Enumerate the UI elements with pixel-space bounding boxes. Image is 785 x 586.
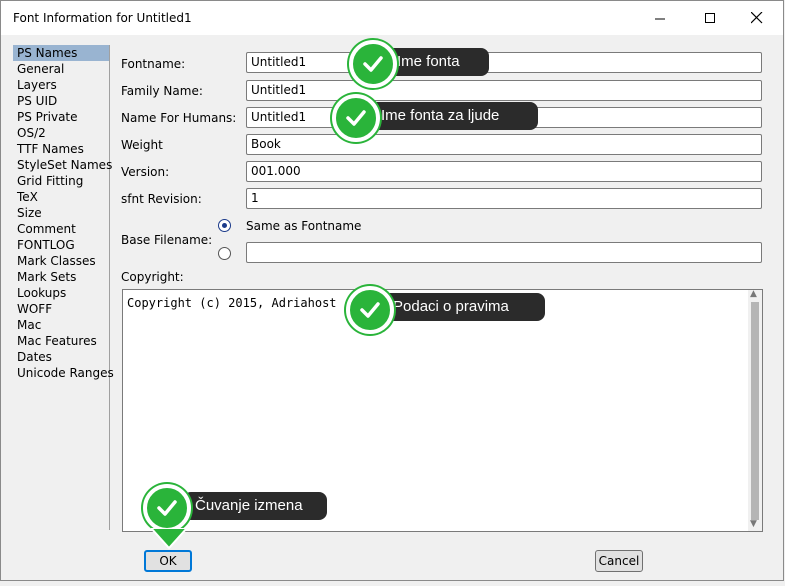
base-filename-label: Base Filename:	[121, 233, 213, 247]
sidebar-item-unicode-ranges[interactable]: Unicode Ranges	[13, 365, 114, 381]
sidebar-item-woff[interactable]: WOFF	[13, 301, 109, 317]
sfnt-revision-field[interactable]: 1	[246, 188, 762, 209]
base-filename-field[interactable]	[246, 242, 762, 263]
sidebar-item-comment[interactable]: Comment	[13, 221, 109, 237]
ok-button[interactable]: OK	[144, 550, 192, 572]
close-button[interactable]	[734, 1, 780, 35]
fontname-label: Fontname:	[121, 57, 186, 71]
close-icon	[751, 12, 763, 24]
version-field[interactable]: 001.000	[246, 161, 762, 182]
sfnt-revision-label: sfnt Revision:	[121, 192, 202, 206]
copyright-scrollbar[interactable]: ▲ ▼	[748, 289, 762, 531]
sidebar-item-styleset-names[interactable]: StyleSet Names	[13, 157, 112, 173]
scroll-up-icon[interactable]: ▲	[750, 289, 757, 299]
scroll-down-icon[interactable]: ▼	[750, 519, 757, 529]
sidebar-item-dates[interactable]: Dates	[13, 349, 109, 365]
callout-pointer-icon	[151, 528, 187, 550]
sidebar-item-grid-fitting[interactable]: Grid Fitting	[13, 173, 109, 189]
weight-field[interactable]: Book	[246, 134, 762, 155]
minimize-icon	[654, 18, 665, 19]
weight-label: Weight	[121, 138, 163, 152]
checkmark-icon	[346, 286, 394, 334]
callout-copyright: Podaci o pravima	[371, 293, 545, 321]
callout-fontname: Ime fonta	[375, 48, 489, 76]
sidebar-item-size[interactable]: Size	[13, 205, 109, 221]
sidebar-item-mac-features[interactable]: Mac Features	[13, 333, 109, 349]
callout-save-text: Čuvanje izmena	[195, 497, 303, 514]
checkmark-icon	[332, 94, 380, 142]
callout-copyright-text: Podaci o pravima	[393, 298, 509, 315]
callout-fontname-text: Ime fonta	[397, 53, 460, 70]
category-list: PS Names General Layers PS UID PS Privat…	[13, 45, 114, 530]
same-as-fontname-label: Same as Fontname	[246, 219, 362, 233]
sidebar-item-tex[interactable]: TeX	[13, 189, 109, 205]
sidebar-item-ps-names[interactable]: PS Names	[13, 45, 109, 61]
sidebar-item-mac[interactable]: Mac	[13, 317, 109, 333]
same-as-fontname-radio[interactable]	[218, 219, 231, 232]
sidebar-item-ps-uid[interactable]: PS UID	[13, 93, 109, 109]
fontname-field[interactable]: Untitled1	[246, 52, 762, 73]
sidebar-item-ps-private[interactable]: PS Private	[13, 109, 109, 125]
checkmark-icon	[349, 40, 397, 88]
minimize-button[interactable]	[637, 1, 683, 35]
name-for-humans-label: Name For Humans:	[121, 111, 237, 125]
callout-humans-text: Ime fonta za ljude	[381, 107, 500, 124]
sidebar-item-mark-sets[interactable]: Mark Sets	[13, 269, 109, 285]
checkmark-icon	[143, 484, 191, 532]
title-bar: Font Information for Untitled1	[1, 1, 783, 35]
font-info-dialog: Font Information for Untitled1 PS Names …	[0, 0, 784, 581]
callout-name-for-humans: Ime fonta za ljude	[359, 102, 538, 130]
callout-save: Čuvanje izmena	[173, 492, 327, 520]
custom-filename-radio[interactable]	[218, 247, 231, 260]
sidebar-item-fontlog[interactable]: FONTLOG	[13, 237, 109, 253]
window-title: Font Information for Untitled1	[13, 11, 192, 25]
family-name-label: Family Name:	[121, 84, 203, 98]
family-name-field[interactable]: Untitled1	[246, 80, 762, 101]
maximize-button[interactable]	[687, 1, 733, 35]
scroll-thumb[interactable]	[751, 302, 759, 520]
sidebar-item-mark-classes[interactable]: Mark Classes	[13, 253, 109, 269]
version-label: Version:	[121, 165, 170, 179]
cancel-button[interactable]: Cancel	[595, 550, 643, 572]
sidebar-item-layers[interactable]: Layers	[13, 77, 109, 93]
sidebar-item-ttf-names[interactable]: TTF Names	[13, 141, 109, 157]
sidebar-item-os2[interactable]: OS/2	[13, 125, 109, 141]
sidebar-item-general[interactable]: General	[13, 61, 109, 77]
sidebar-item-lookups[interactable]: Lookups	[13, 285, 109, 301]
copyright-text: Copyright (c) 2015, Adriahost	[127, 296, 337, 310]
maximize-icon	[704, 12, 715, 23]
copyright-label: Copyright:	[121, 270, 184, 284]
